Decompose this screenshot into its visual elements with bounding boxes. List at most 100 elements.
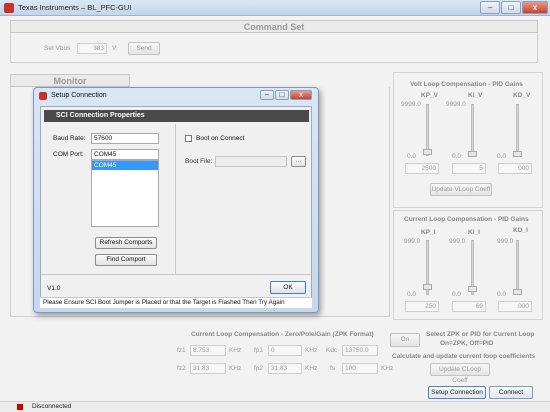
ki-v-slider-thumb[interactable] bbox=[468, 151, 477, 157]
monitor-header: Monitor bbox=[10, 74, 130, 87]
setup-connection-button[interactable]: Setup Connection bbox=[428, 386, 486, 399]
curr-pid-title: Current Loop Compensation - PID Gains bbox=[404, 216, 529, 223]
zpk-title: Current Loop Compensation - Zero/Pole/Ga… bbox=[191, 331, 374, 338]
kd-i-label: KD_I bbox=[513, 227, 528, 234]
sci-properties-header: SCI Connection Properties bbox=[44, 110, 309, 122]
kd-i-slider-thumb[interactable] bbox=[513, 289, 522, 295]
zpk-select-hint: On=ZPK, Off=PID bbox=[440, 340, 494, 347]
zpk-select-text: Select ZPK or PID for Current Loop bbox=[426, 331, 535, 338]
ki-v-slider[interactable] bbox=[471, 104, 474, 156]
fp1-label: fp1 bbox=[254, 347, 264, 354]
kp-v-min: 0.0 bbox=[407, 153, 417, 160]
status-indicator-icon bbox=[17, 404, 23, 410]
app-icon bbox=[4, 3, 14, 13]
update-cloop-button[interactable]: Update CLoop Coeff bbox=[430, 363, 490, 384]
zpk-toggle-button[interactable]: On bbox=[390, 333, 420, 347]
update-vloop-button[interactable]: Update VLoop Coeff bbox=[430, 183, 492, 196]
fp1-input[interactable]: 0 bbox=[268, 345, 302, 356]
ki-v-max: 9999.0 bbox=[446, 101, 466, 108]
fs-unit: KHz bbox=[381, 365, 394, 372]
fp1-unit: KHz bbox=[305, 347, 318, 354]
kd-v-slider-thumb[interactable] bbox=[513, 151, 522, 157]
vbus-input[interactable]: 383 bbox=[77, 43, 107, 54]
fs-input[interactable]: 100 bbox=[342, 363, 378, 374]
maximize-button[interactable]: □ bbox=[501, 1, 521, 14]
refresh-comports-button[interactable]: Refresh Comports bbox=[95, 237, 157, 249]
fz1-label: fz1 bbox=[177, 347, 186, 354]
volt-pid-title: Volt Loop Compensation - PID Gains bbox=[410, 81, 523, 88]
vbus-unit: V bbox=[112, 45, 117, 52]
fz1-unit: KHz bbox=[229, 347, 242, 354]
send-button[interactable]: Send bbox=[128, 42, 160, 55]
dialog-minimize-button[interactable]: – bbox=[260, 90, 274, 100]
ok-button[interactable]: OK bbox=[270, 281, 306, 294]
baud-rate-label: Baud Rate: bbox=[53, 135, 86, 142]
kd-v-slider[interactable] bbox=[516, 104, 519, 156]
status-text: Disconnected bbox=[32, 403, 72, 410]
command-set-header: Command Set bbox=[10, 20, 538, 33]
kp-i-slider-thumb[interactable] bbox=[423, 284, 432, 290]
fs-label: fs bbox=[330, 365, 336, 372]
close-button[interactable]: x bbox=[522, 1, 548, 14]
boot-file-label: Boot File: bbox=[185, 158, 213, 165]
fz2-unit: KHz bbox=[229, 365, 242, 372]
boot-on-connect-label: Boot on Connect bbox=[196, 135, 245, 142]
fp2-input[interactable]: 31.83 bbox=[268, 363, 302, 374]
fz2-label: fz2 bbox=[177, 365, 186, 372]
fz1-input[interactable]: 8.753 bbox=[190, 345, 226, 356]
fp2-unit: KHz bbox=[305, 365, 318, 372]
com-port-label: COM Port: bbox=[53, 151, 84, 158]
boot-file-input[interactable] bbox=[215, 156, 287, 167]
vbus-label: Set Vbus bbox=[44, 45, 71, 52]
ki-i-input[interactable]: 69 bbox=[452, 301, 486, 312]
baud-rate-input[interactable]: 57600 bbox=[91, 133, 159, 144]
ki-i-max: 999.0 bbox=[449, 238, 466, 245]
ki-v-label: KI_V bbox=[468, 92, 483, 99]
kd-i-min: 0.0 bbox=[497, 291, 507, 298]
com-port-input[interactable]: COM45 bbox=[91, 149, 159, 160]
kp-v-slider-thumb[interactable] bbox=[423, 149, 432, 155]
ki-v-min: 0.0 bbox=[452, 153, 462, 160]
dialog-footer-divider bbox=[41, 274, 311, 275]
fp2-label: fp2 bbox=[254, 365, 264, 372]
dialog-app-icon bbox=[39, 92, 47, 100]
kd-i-input[interactable]: 000 bbox=[498, 301, 532, 312]
kp-v-label: KP_V bbox=[421, 92, 438, 99]
status-bar bbox=[0, 401, 550, 412]
ki-v-input[interactable]: 5 bbox=[452, 163, 486, 174]
kp-i-input[interactable]: 250 bbox=[405, 301, 439, 312]
ki-i-slider-thumb[interactable] bbox=[468, 286, 477, 292]
browse-button[interactable]: ... bbox=[291, 156, 306, 167]
kp-v-input[interactable]: 2500 bbox=[405, 163, 439, 174]
com-port-list-item[interactable]: COM45 bbox=[92, 161, 158, 170]
kd-i-slider[interactable] bbox=[516, 240, 519, 295]
kd-v-min: 0.0 bbox=[497, 153, 507, 160]
find-comport-button[interactable]: Find Comport bbox=[95, 254, 157, 266]
dialog-divider bbox=[175, 124, 176, 274]
window-title: Texas Instruments – BL_PFC-GUI bbox=[18, 3, 132, 12]
kp-i-label: KP_I bbox=[421, 229, 436, 236]
ki-i-min: 0.0 bbox=[452, 291, 462, 298]
ki-i-label: KI_I bbox=[468, 229, 480, 236]
kd-i-max: 999.0 bbox=[497, 238, 514, 245]
dialog-footer-message: Please Ensure SCI Boot Jumper is Placed … bbox=[40, 297, 312, 308]
connect-button[interactable]: Connect bbox=[489, 386, 533, 399]
kdc-label: Kdc bbox=[326, 347, 338, 354]
version-label: V1.0 bbox=[47, 285, 61, 292]
kp-i-min: 0.0 bbox=[407, 291, 417, 298]
com-port-list[interactable]: COM45 bbox=[91, 160, 159, 227]
kdc-input[interactable]: 13750.0 bbox=[342, 345, 378, 356]
calc-text: Calculate and update current loop coeffi… bbox=[392, 353, 536, 360]
kd-v-input[interactable]: 000 bbox=[498, 163, 532, 174]
kp-i-max: 999.0 bbox=[404, 238, 421, 245]
fz2-input[interactable]: 31.83 bbox=[190, 363, 226, 374]
dialog-maximize-button[interactable]: □ bbox=[275, 90, 289, 100]
setup-connection-dialog: Setup Connection – □ x SCI Connection Pr… bbox=[33, 87, 319, 313]
kd-v-label: KD_V bbox=[513, 92, 531, 99]
dialog-close-button[interactable]: x bbox=[290, 90, 312, 100]
dialog-title: Setup Connection bbox=[51, 92, 107, 99]
minimize-button[interactable]: – bbox=[480, 1, 500, 14]
kp-v-max: 9999.0 bbox=[401, 101, 421, 108]
boot-on-connect-checkbox[interactable] bbox=[185, 135, 192, 142]
dialog-body: SCI Connection Properties Baud Rate: 576… bbox=[40, 106, 312, 308]
